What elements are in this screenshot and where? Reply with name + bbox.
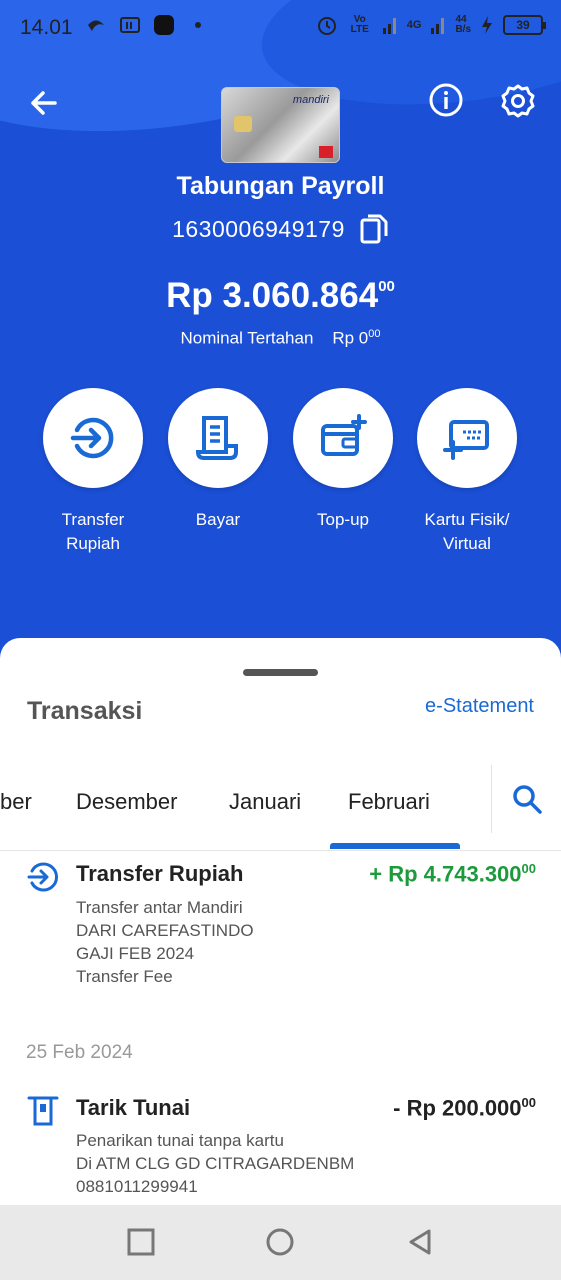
charging-icon: [482, 16, 492, 34]
transaction-line: Penarikan tunai tanpa kartu: [76, 1131, 284, 1150]
held-amount: Rp 0: [332, 328, 369, 348]
tab-februari[interactable]: Februari: [348, 789, 430, 815]
transactions-title: Transaksi: [27, 697, 143, 725]
home-circle-icon[interactable]: [265, 1227, 295, 1257]
held-amount-row: Nominal Tertahan Rp 000: [0, 328, 561, 349]
card-chip: [234, 116, 252, 132]
transaction-line: Di ATM CLG GD CITRAGARDENBM: [76, 1154, 355, 1173]
action-top-up[interactable]: Top-up: [278, 388, 408, 532]
transaction-amount-main: + Rp 4.743.300: [369, 861, 522, 887]
debit-card-image: mandiri: [221, 87, 340, 163]
account-number-row: 1630006949179: [0, 213, 561, 245]
pli-notification-icon: [120, 17, 140, 33]
held-label: Nominal Tertahan: [180, 328, 314, 348]
transaction-amount-cents: 00: [521, 861, 536, 876]
action-kartu[interactable]: Kartu Fisik/ Virtual: [402, 388, 532, 556]
balance-main: Rp 3.060.864: [166, 276, 379, 315]
atm-cash-icon: [27, 1096, 59, 1126]
speed-unit: B/s: [455, 24, 471, 35]
battery-icon: 39: [503, 15, 546, 35]
network-label: 4G: [406, 19, 422, 31]
transaction-line: Transfer Fee: [76, 967, 173, 986]
transaction-amount: + Rp 4.743.30000: [369, 861, 536, 887]
app-black-icon: [154, 15, 174, 35]
info-icon[interactable]: [428, 82, 464, 118]
transaction-amount-main: - Rp 200.000: [393, 1095, 522, 1121]
system-nav-bar: [0, 1205, 561, 1280]
e-statement-link[interactable]: e-Statement: [425, 695, 534, 718]
balance-cents: 00: [378, 278, 395, 295]
battery-level: 39: [516, 18, 530, 32]
recents-square-icon[interactable]: [126, 1227, 156, 1257]
action-bayar-circle[interactable]: [168, 388, 268, 488]
transaction-amount: - Rp 200.00000: [393, 1095, 536, 1121]
signal-2-icon: [431, 18, 445, 34]
signal-icon: [382, 18, 396, 34]
tab-desember[interactable]: Desember: [76, 789, 177, 815]
more-dot-icon: [195, 22, 201, 28]
transaction-amount-cents: 00: [521, 1095, 536, 1110]
card-add-icon: [443, 420, 489, 460]
held-cents: 00: [368, 328, 381, 340]
action-transfer-rupiah[interactable]: Transfer Rupiah: [28, 388, 158, 556]
action-transfer-circle[interactable]: [43, 388, 143, 488]
account-name: Tabungan Payroll: [176, 172, 385, 200]
transaction-title: Transfer Rupiah: [76, 861, 244, 886]
gpn-logo: [319, 146, 333, 158]
transaction-line: DARI CAREFASTINDO: [76, 921, 254, 940]
account-number: 1630006949179: [172, 215, 345, 242]
transfer-icon: [27, 862, 59, 892]
active-tab-indicator: [330, 843, 460, 849]
wallet-add-icon: [321, 414, 367, 456]
transaction-line: GAJI FEB 2024: [76, 944, 195, 963]
transactions-sheet: Transaksi e-Statement ber Desember Janua…: [0, 638, 561, 1280]
alarm-icon: [317, 17, 336, 35]
tab-november[interactable]: ber: [0, 789, 32, 815]
card-brand-logo: mandiri: [292, 94, 329, 106]
month-tabs: ber Desember Januari Februari: [0, 761, 561, 851]
sheet-drag-handle[interactable]: [243, 669, 318, 676]
back-arrow-icon[interactable]: [25, 84, 63, 122]
action-bayar[interactable]: Bayar: [153, 388, 283, 532]
copy-icon[interactable]: [359, 213, 389, 245]
gear-icon[interactable]: [499, 82, 537, 120]
tab-januari[interactable]: Januari: [229, 789, 301, 815]
action-transfer-label: Transfer Rupiah: [61, 510, 125, 553]
action-topup-circle[interactable]: [293, 388, 393, 488]
action-kartu-circle[interactable]: [417, 388, 517, 488]
action-kartu-label: Kartu Fisik/ Virtual: [424, 510, 510, 553]
search-icon[interactable]: [510, 782, 544, 816]
status-bar: 14.01 Vo LTE 4G 44 B/s 39: [0, 0, 561, 58]
volte-label: Vo LTE: [350, 14, 369, 35]
transaction-line: Transfer antar Mandiri: [76, 898, 243, 917]
app-notification-icon: [88, 20, 104, 31]
transaction-line: 0881011299941: [76, 1177, 198, 1196]
transfer-icon: [70, 417, 114, 459]
back-triangle-icon[interactable]: [405, 1227, 435, 1257]
status-time: 14.01: [20, 16, 73, 39]
date-header: 25 Feb 2024: [26, 1042, 133, 1063]
transaction-title: Tarik Tunai: [76, 1095, 191, 1120]
transaction-description: Penarikan tunai tanpa kartu Di ATM CLG G…: [76, 1129, 354, 1198]
bill-icon: [195, 416, 238, 460]
action-topup-label: Top-up: [317, 510, 369, 529]
action-bayar-label: Bayar: [195, 510, 241, 529]
tab-divider: [491, 765, 492, 833]
account-balance: Rp 3.060.86400: [0, 276, 561, 316]
transaction-description: Transfer antar Mandiri DARI CAREFASTINDO…: [76, 896, 254, 988]
